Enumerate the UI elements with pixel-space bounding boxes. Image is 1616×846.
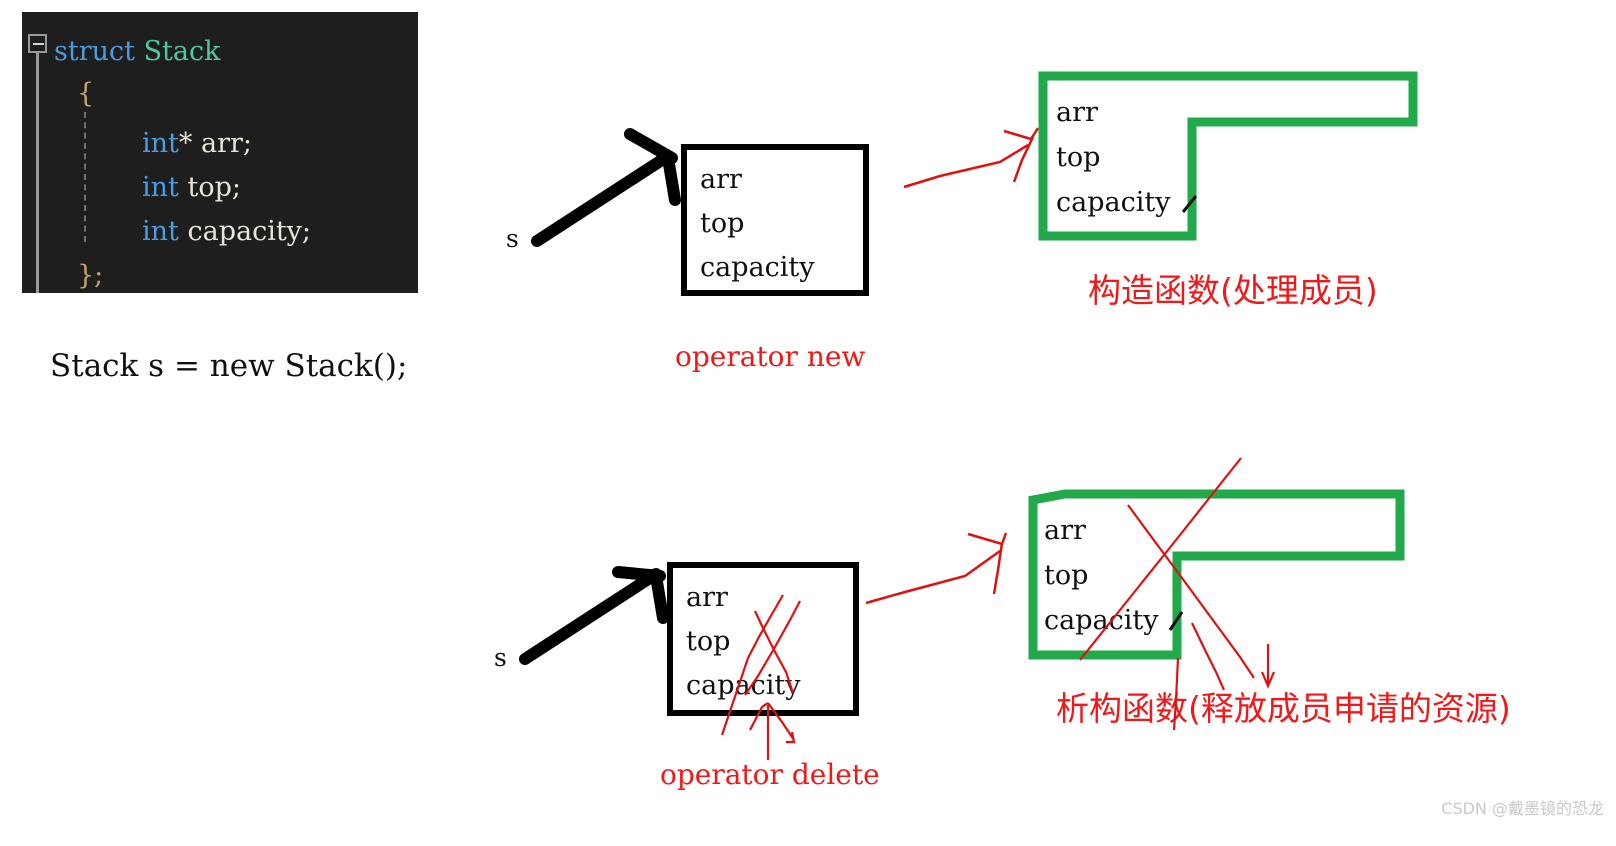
top-heap-member-1: top	[1056, 142, 1101, 173]
operator-new-label: operator new	[675, 340, 866, 373]
bottom-red-dealloc-arrow	[865, 532, 1008, 605]
keyword-int-3: int	[142, 216, 188, 247]
top-heap-member-0: arr	[1056, 97, 1098, 128]
top-stack-member-0: arr	[700, 164, 742, 195]
declaration-text: Stack s = new Stack();	[50, 348, 408, 384]
bottom-heap-member-1: top	[1044, 560, 1089, 591]
fold-collapse-icon[interactable]	[28, 34, 47, 53]
code-line-3: int top;	[142, 174, 241, 201]
bottom-heap-member-2: capacity	[1044, 605, 1159, 636]
fold-guide-line	[36, 53, 39, 293]
indent-guide	[84, 112, 86, 242]
code-line-0: struct Stack	[54, 38, 221, 65]
bottom-pointer-label-s: s	[494, 643, 507, 672]
star-operator: *	[178, 128, 201, 159]
bottom-black-pointer-arrow	[519, 566, 669, 665]
top-stack-member-1: top	[700, 208, 745, 239]
top-heap-member-2: capacity	[1056, 187, 1171, 218]
keyword-struct: struct	[54, 36, 144, 67]
code-line-4: int capacity;	[142, 218, 311, 245]
top-heap-object-members: arr top capacity	[1056, 90, 1170, 225]
member-capacity: capacity;	[187, 216, 312, 247]
top-black-pointer-arrow	[531, 128, 681, 247]
keyword-int-2: int	[142, 172, 188, 203]
brace-open: {	[77, 78, 95, 109]
member-arr: arr;	[200, 128, 252, 159]
bottom-heap-object-members: arr top capacity	[1044, 508, 1158, 643]
brace-close: };	[77, 260, 104, 291]
top-pointer-label-s: s	[506, 224, 519, 253]
code-line-5: };	[77, 262, 103, 289]
bottom-stack-member-2: capacity	[686, 670, 801, 701]
constructor-annotation: 构造函数(处理成员)	[1088, 271, 1378, 310]
type-name-stack: Stack	[143, 36, 221, 67]
top-stack-object-members: arr top capacity	[700, 158, 814, 290]
top-stack-member-2: capacity	[700, 252, 815, 283]
code-editor-block: struct Stack { int* arr; int top; int ca…	[22, 12, 418, 293]
top-red-alloc-arrow	[903, 127, 1040, 189]
diagram-canvas: struct Stack { int* arr; int top; int ca…	[0, 0, 1616, 846]
destructor-annotation: 析构函数(释放成员申请的资源)	[1056, 689, 1511, 728]
code-line-2: int* arr;	[142, 130, 252, 157]
bottom-heap-member-0: arr	[1044, 515, 1086, 546]
keyword-int-1: int	[142, 128, 179, 159]
bottom-heap-tick-mark	[1168, 611, 1184, 631]
csdn-watermark: CSDN @戴墨镜的恐龙	[1441, 799, 1604, 818]
code-line-1: {	[77, 80, 94, 107]
bottom-stack-member-1: top	[686, 626, 731, 657]
top-heap-tick-mark	[1181, 195, 1198, 213]
member-top: top;	[187, 172, 241, 203]
bottom-stack-object-members: arr top capacity	[686, 576, 800, 708]
operator-delete-label: operator delete	[660, 758, 880, 791]
bottom-stack-member-0: arr	[686, 582, 728, 613]
